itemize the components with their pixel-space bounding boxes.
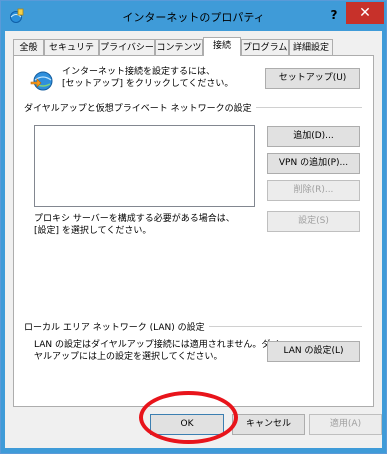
- setup-instruction-line2: [セットアップ] をクリックしてください。: [62, 79, 234, 89]
- tab-connections[interactable]: 接続: [203, 37, 241, 56]
- connections-listbox[interactable]: [34, 125, 255, 207]
- tab-programs[interactable]: プログラム: [241, 39, 289, 55]
- internet-properties-window: インターネットのプロパティ ? ✕ 全般 セキュリティ プライバシー コンテンツ…: [0, 0, 387, 454]
- lan-instruction-line2: ヤルアップには上の設定を選択してください。: [34, 352, 223, 362]
- network-globe-icon: [30, 71, 53, 91]
- lan-settings-button[interactable]: LAN の設定(L): [267, 341, 360, 362]
- cancel-button[interactable]: キャンセル: [232, 414, 305, 435]
- tab-privacy[interactable]: プライバシー: [99, 39, 155, 55]
- tab-content[interactable]: コンテンツ: [155, 39, 203, 55]
- add-connection-button[interactable]: 追加(D)...: [267, 126, 360, 147]
- connection-settings-button[interactable]: 設定(S): [267, 211, 360, 232]
- tab-security[interactable]: セキュリティ: [44, 39, 99, 69]
- lan-instruction-line1: LAN の設定はダイヤルアップ接続には適用されません。ダイ: [34, 340, 280, 350]
- add-vpn-button[interactable]: VPN の追加(P)...: [267, 153, 360, 174]
- proxy-instruction-line2: [設定] を選択してください。: [34, 226, 152, 236]
- setup-button[interactable]: セットアップ(U): [265, 68, 360, 89]
- setup-instruction-line1: インターネット接続を設定するには、: [62, 67, 216, 77]
- title-bar[interactable]: インターネットのプロパティ ? ✕: [1, 1, 386, 31]
- tab-advanced[interactable]: 詳細設定: [289, 39, 333, 55]
- dialog-client-area: 全般 セキュリティ プライバシー コンテンツ 接続 プログラム 詳細設定 インタ…: [5, 31, 382, 448]
- close-button[interactable]: ✕: [346, 2, 384, 24]
- help-button[interactable]: ?: [323, 5, 345, 25]
- ok-button[interactable]: OK: [150, 414, 224, 435]
- apply-button[interactable]: 適用(A): [309, 414, 382, 435]
- proxy-instruction-line1: プロキシ サーバーを構成する必要がある場合は、: [34, 214, 235, 224]
- dialup-group-title: ダイヤルアップと仮想プライベート ネットワークの設定: [24, 101, 256, 114]
- lan-group-title: ローカル エリア ネットワーク (LAN) の設定: [24, 320, 209, 333]
- connections-panel: インターネット接続を設定するには、 [セットアップ] をクリックしてください。 …: [13, 55, 374, 407]
- tab-general[interactable]: 全般: [13, 39, 44, 55]
- remove-connection-button[interactable]: 削除(R)...: [267, 180, 360, 201]
